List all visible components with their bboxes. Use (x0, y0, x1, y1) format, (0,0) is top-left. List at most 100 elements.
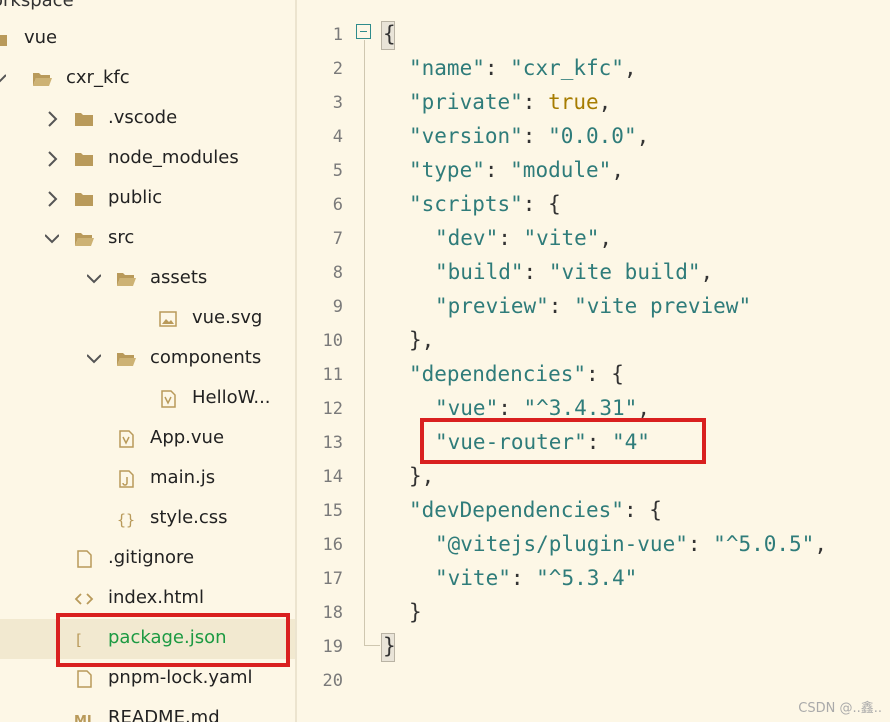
tree-item-main-js[interactable]: main.js (0, 459, 295, 499)
tree-item-label: components (150, 347, 262, 368)
json-punctuation: : (484, 158, 511, 182)
tree-item-label: style.css (150, 507, 228, 528)
code-line[interactable]: "vite": "^5.3.4" (435, 566, 637, 590)
chevron-down-icon[interactable] (86, 270, 102, 288)
tree-item-cxr-kfc[interactable]: cxr_kfc (0, 59, 295, 99)
tree-item-label: .vscode (108, 107, 178, 128)
line-number: 19 (322, 637, 343, 657)
tree-item-hellow[interactable]: HelloW... (0, 379, 295, 419)
json-punctuation: , (636, 124, 650, 148)
json-punctuation: : (522, 90, 549, 114)
tree-item-app-vue[interactable]: App.vue (0, 419, 295, 459)
code-line[interactable]: "devDependencies": { (409, 498, 662, 522)
line-number: 3 (332, 93, 343, 113)
code-line[interactable]: "preview": "vite preview" (435, 294, 751, 318)
json-punctuation: }, (409, 328, 435, 352)
code-line[interactable]: { (383, 22, 396, 46)
folder-open-icon (74, 229, 94, 249)
json-punctuation: , (814, 532, 827, 556)
tree-item-public[interactable]: public (0, 179, 295, 219)
code-line[interactable]: "type": "module", (409, 158, 624, 182)
line-number: 16 (322, 535, 343, 555)
chevron-right-icon[interactable] (45, 110, 59, 128)
tree-item-assets[interactable]: assets (0, 259, 295, 299)
tree-item-components[interactable]: components (0, 339, 295, 379)
image-file-icon (158, 309, 178, 329)
code-line[interactable]: "version": "0.0.0", (409, 124, 649, 148)
fold-guide-line (364, 40, 365, 646)
line-number: 13 (322, 433, 343, 453)
svg-text:{}: {} (117, 511, 135, 529)
file-icon (74, 549, 94, 569)
folder-icon (74, 189, 94, 209)
code-line[interactable]: "@vitejs/plugin-vue": "^5.0.5", (435, 532, 827, 556)
tree-item-src[interactable]: src (0, 219, 295, 259)
watermark: CSDN @..鑫.. (798, 701, 882, 716)
json-punctuation: , (611, 158, 624, 182)
css-file-icon: {} (116, 509, 136, 529)
json-string-value: "^3.4.31" (523, 396, 638, 420)
json-punctuation: : (548, 294, 575, 318)
json-key: "preview" (435, 294, 549, 318)
folder-icon (74, 149, 94, 169)
chevron-down-icon[interactable] (0, 70, 7, 88)
json-punctuation: : (484, 56, 511, 80)
tree-item-gitignore[interactable]: .gitignore (0, 539, 295, 579)
json-string-value: "^5.0.5" (713, 532, 815, 556)
tree-item-label: HelloW... (192, 387, 271, 408)
tree-item-vscode[interactable]: .vscode (0, 99, 295, 139)
tree-item-vue-svg[interactable]: vue.svg (0, 299, 295, 339)
line-number: 15 (322, 501, 343, 521)
chevron-down-icon[interactable] (86, 350, 102, 368)
json-punctuation: , (700, 260, 714, 284)
code-line[interactable]: "vue": "^3.4.31", (435, 396, 650, 420)
chevron-right-icon[interactable] (45, 190, 59, 208)
tree-item-label: App.vue (150, 427, 225, 448)
json-string-value: "vite build" (548, 260, 701, 284)
json-punctuation: : (498, 226, 524, 250)
line-number: 10 (322, 331, 343, 351)
code-editor[interactable]: 1 2 3 4 5 6 7 8 9 10 11 12 13 14 15 16 17 18 19 20 {"name":… (297, 0, 890, 722)
svg-text:MI: MI (74, 714, 92, 722)
code-line[interactable]: "dependencies": { (409, 362, 624, 386)
json-key: "name" (409, 56, 485, 80)
line-number: 20 (322, 671, 343, 691)
line-number: 4 (332, 127, 343, 147)
json-punctuation: } (409, 600, 422, 624)
html-file-icon (74, 589, 94, 609)
line-number: 6 (332, 195, 343, 215)
json-key: "type" (409, 158, 485, 182)
json-string-value: "module" (510, 158, 612, 182)
vue-file-icon (158, 389, 178, 409)
workspace-title: orkspace (0, 0, 74, 11)
code-line[interactable]: "build": "vite build", (435, 260, 713, 284)
tree-item-label: assets (150, 267, 208, 288)
folder-open-icon (116, 349, 136, 369)
tree-item-label: index.html (108, 587, 204, 608)
json-punctuation: }, (409, 464, 435, 488)
tree-item-vue[interactable]: vue (0, 19, 295, 59)
line-number: 14 (322, 467, 343, 487)
json-key: "build" (435, 260, 524, 284)
code-line[interactable]: "dev": "vite", (435, 226, 612, 250)
markdown-file-icon: MI (74, 709, 94, 722)
tree-item-style-css[interactable]: {} style.css (0, 499, 295, 539)
json-key: "version" (409, 124, 523, 148)
code-line[interactable]: "name": "cxr_kfc", (409, 56, 637, 80)
code-line[interactable]: "scripts": { (409, 192, 561, 216)
tree-item-node-modules[interactable]: node_modules (0, 139, 295, 179)
line-number: 7 (332, 229, 343, 249)
line-number: 2 (332, 59, 343, 79)
fold-collapse-icon[interactable] (356, 24, 371, 39)
tree-item-readme-md[interactable]: MI README.md (0, 699, 295, 722)
chevron-down-icon[interactable] (44, 230, 60, 248)
json-punctuation: : (498, 396, 524, 420)
code-line[interactable]: }, (409, 328, 434, 352)
code-line[interactable]: } (409, 600, 422, 624)
tree-item-label: .gitignore (108, 547, 195, 568)
json-punctuation: : (687, 532, 714, 556)
chevron-right-icon[interactable] (45, 150, 59, 168)
code-line[interactable]: } (383, 634, 396, 658)
code-line[interactable]: "private": true, (409, 90, 611, 114)
code-line[interactable]: }, (409, 464, 434, 488)
